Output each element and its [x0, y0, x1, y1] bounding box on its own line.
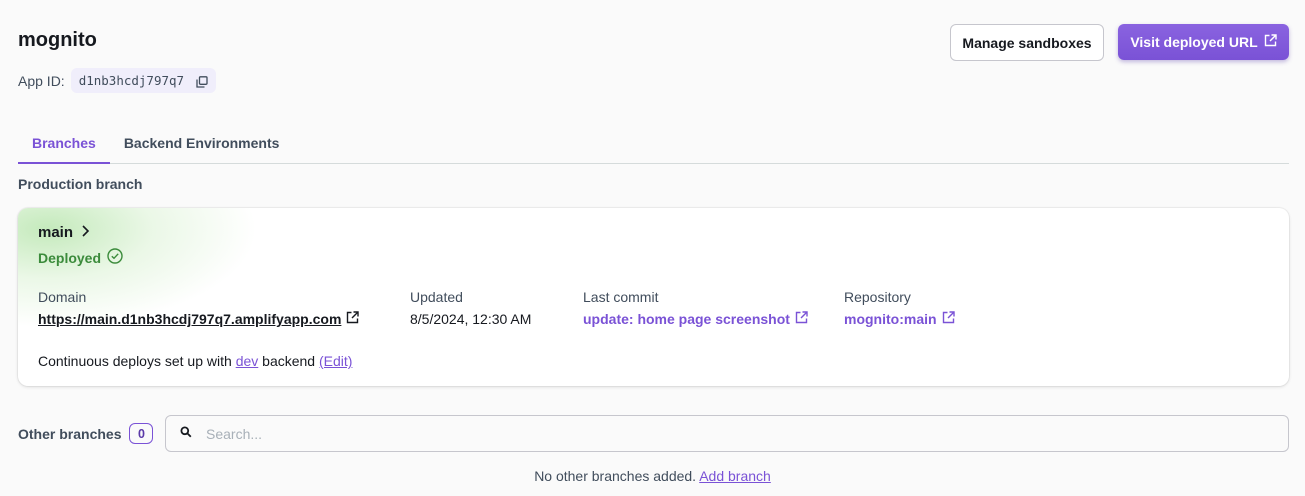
repository-column: Repository mognito:main — [844, 289, 955, 327]
other-branches-count: 0 — [129, 423, 154, 444]
app-overview-page: mognito App ID: d1nb3hcdj797q7 Manage sa… — [0, 0, 1305, 496]
manage-sandboxes-button[interactable]: Manage sandboxes — [950, 24, 1104, 61]
branch-link-main[interactable]: main — [38, 224, 90, 241]
visit-deployed-url-button[interactable]: Visit deployed URL — [1118, 24, 1289, 60]
add-branch-link[interactable]: Add branch — [699, 468, 771, 484]
domain-link[interactable]: https://main.d1nb3hcdj797q7.amplifyapp.c… — [38, 311, 341, 327]
updated-value-row: 8/5/2024, 12:30 AM — [410, 311, 531, 327]
chevron-right-icon — [81, 224, 90, 241]
production-branch-card: main Deployed Domain https://main.d1nb3h… — [18, 208, 1289, 386]
branch-name: main — [38, 224, 74, 241]
app-id-chip: d1nb3hcdj797q7 — [70, 68, 217, 93]
tab-bar: Branches Backend Environments — [18, 124, 1289, 164]
other-branches-heading: Other branches — [18, 425, 122, 442]
status-text: Deployed — [38, 249, 102, 266]
updated-label: Updated — [410, 289, 463, 305]
tab-branches[interactable]: Branches — [18, 124, 110, 164]
repository-label: Repository — [844, 289, 911, 305]
commit-label: Last commit — [583, 289, 659, 305]
search-icon — [180, 425, 192, 443]
updated-value: 8/5/2024, 12:30 AM — [410, 311, 532, 327]
edit-link[interactable]: (Edit) — [319, 353, 352, 369]
commit-column: Last commit update: home page screenshot — [583, 289, 808, 327]
empty-text: No other branches added. — [534, 468, 697, 484]
visit-deployed-url-label: Visit deployed URL — [1130, 34, 1258, 50]
app-title: mognito — [18, 29, 97, 51]
check-circle-icon — [107, 248, 123, 267]
note-suffix: backend — [262, 353, 316, 369]
external-link-icon[interactable] — [795, 311, 808, 327]
search-input[interactable] — [206, 418, 1256, 449]
app-id-label: App ID: — [18, 72, 65, 89]
commit-link[interactable]: update: home page screenshot — [583, 311, 790, 327]
external-link-icon — [1264, 34, 1277, 50]
deploy-status: Deployed — [38, 248, 123, 267]
external-link-icon[interactable] — [346, 311, 360, 327]
tab-backend-environments[interactable]: Backend Environments — [110, 124, 294, 164]
note-prefix: Continuous deploys set up with — [38, 353, 232, 369]
other-branches-row: Other branches 0 — [18, 415, 1289, 452]
app-id-value: d1nb3hcdj797q7 — [78, 73, 185, 88]
empty-branches-note: No other branches added. Add branch — [0, 468, 1305, 484]
continuous-deploy-note: Continuous deploys set up with dev backe… — [38, 353, 352, 369]
external-link-icon[interactable] — [942, 311, 955, 327]
domain-column: Domain https://main.d1nb3hcdj797q7.ampli… — [38, 289, 360, 327]
domain-value-row: https://main.d1nb3hcdj797q7.amplifyapp.c… — [38, 311, 360, 327]
manage-sandboxes-label: Manage sandboxes — [962, 34, 1092, 51]
repository-value-row: mognito:main — [844, 311, 955, 327]
repository-link[interactable]: mognito:main — [844, 311, 937, 327]
production-branch-heading: Production branch — [18, 176, 143, 192]
backend-link[interactable]: dev — [236, 353, 259, 369]
updated-column: Updated 8/5/2024, 12:30 AM — [410, 289, 531, 327]
branch-search — [165, 415, 1289, 452]
commit-value-row: update: home page screenshot — [583, 311, 808, 327]
copy-icon[interactable] — [196, 75, 208, 88]
domain-label: Domain — [38, 289, 87, 305]
app-id-row: App ID: d1nb3hcdj797q7 — [18, 68, 217, 93]
